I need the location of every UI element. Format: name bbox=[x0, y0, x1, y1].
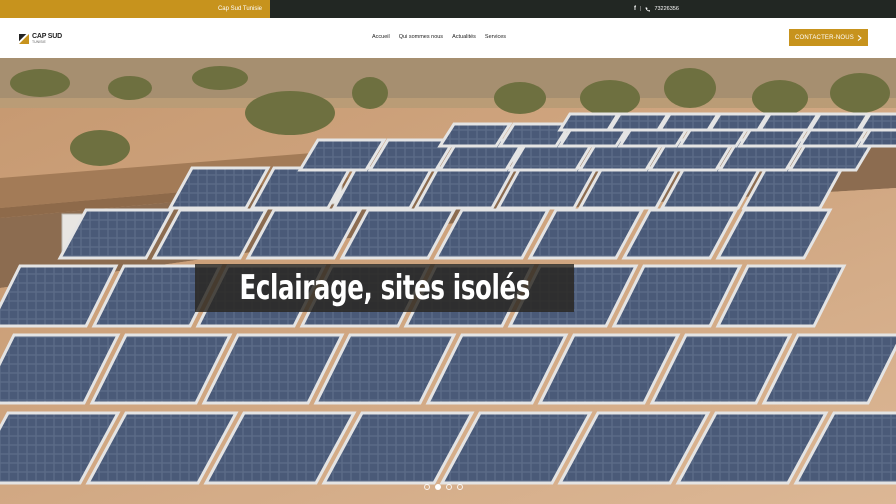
solar-panel bbox=[707, 112, 771, 132]
facebook-icon[interactable]: f bbox=[634, 6, 636, 12]
slider-pagination bbox=[424, 484, 463, 490]
hero-slider: Eclairage, sites isolés bbox=[0, 58, 896, 504]
contact-button[interactable]: CONTACTER-NOUS bbox=[789, 29, 868, 46]
slider-dot-active[interactable] bbox=[435, 484, 441, 490]
slider-dot[interactable] bbox=[457, 484, 463, 490]
solar-panel bbox=[807, 112, 871, 132]
logo-subtext: TUNISIE bbox=[32, 40, 46, 44]
solar-panel bbox=[657, 112, 721, 132]
solar-panel bbox=[607, 112, 671, 132]
divider: | bbox=[640, 6, 642, 12]
logo-mark-icon bbox=[19, 33, 29, 44]
solar-panel bbox=[757, 112, 821, 132]
hero-caption-text: Eclairage, sites isolés bbox=[239, 268, 530, 308]
top-bar: Cap Sud Tunisie f | 73226356 bbox=[0, 0, 896, 18]
topbar-contact: f | 73226356 bbox=[634, 0, 679, 18]
phone-icon bbox=[645, 7, 651, 12]
chevron-right-icon bbox=[857, 34, 862, 41]
slider-dot[interactable] bbox=[446, 484, 452, 490]
solar-panel bbox=[437, 122, 513, 148]
nav-item-actualites[interactable]: Actualités bbox=[452, 34, 476, 40]
nav-item-accueil[interactable]: Accueil bbox=[372, 34, 390, 40]
logo-text: CAP SUD bbox=[32, 33, 62, 40]
site-logo[interactable]: CAP SUD TUNISIE bbox=[19, 33, 62, 45]
nav-item-services[interactable]: Services bbox=[485, 34, 506, 40]
solar-panel bbox=[557, 112, 621, 132]
main-nav: Accueil Qui sommes nous Actualités Servi… bbox=[372, 34, 506, 40]
site-header: CAP SUD TUNISIE Accueil Qui sommes nous … bbox=[0, 18, 896, 58]
solar-panel bbox=[497, 122, 573, 148]
hero-caption: Eclairage, sites isolés bbox=[195, 264, 574, 312]
nav-item-qui-sommes-nous[interactable]: Qui sommes nous bbox=[399, 34, 443, 40]
phone-number[interactable]: 73226356 bbox=[654, 6, 678, 12]
contact-button-label: CONTACTER-NOUS bbox=[794, 34, 855, 41]
topbar-brand-text: Cap Sud Tunisie bbox=[217, 6, 262, 12]
topbar-brand-block: Cap Sud Tunisie bbox=[0, 0, 270, 18]
slider-dot[interactable] bbox=[424, 484, 430, 490]
